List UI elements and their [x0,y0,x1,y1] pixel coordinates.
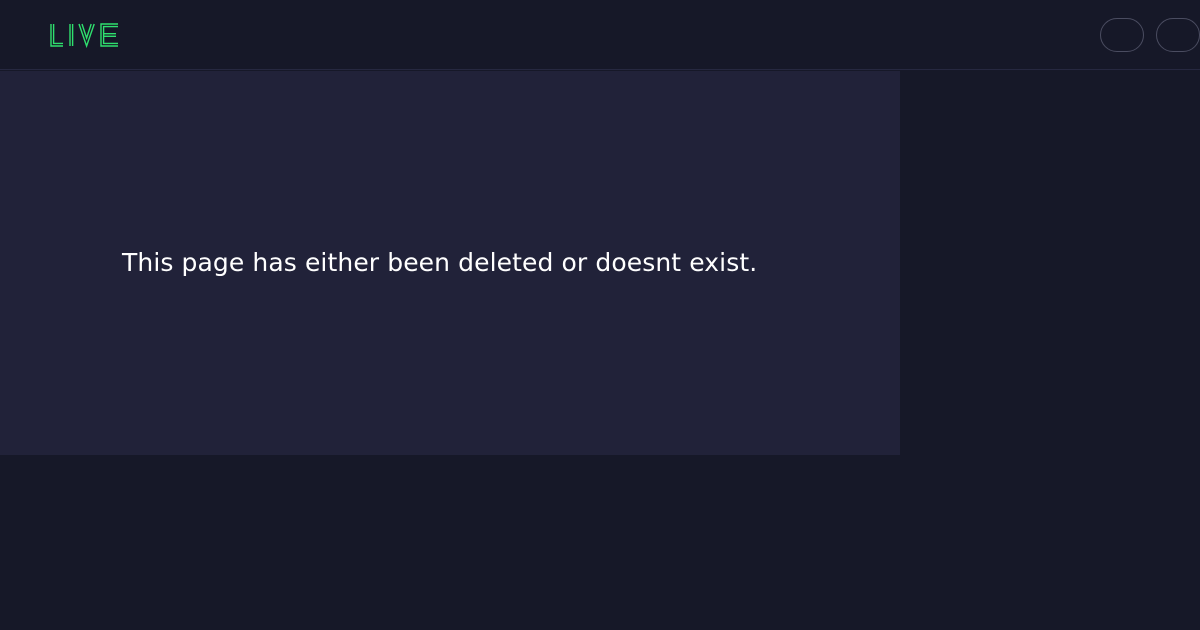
live-logo[interactable] [48,19,120,51]
live-logo-mark [50,23,118,49]
top-header [0,0,1200,70]
header-button-1[interactable] [1100,18,1144,52]
header-button-2[interactable] [1156,18,1200,52]
not-found-message: This page has either been deleted or doe… [122,248,758,277]
page: This page has either been deleted or doe… [0,0,1200,630]
